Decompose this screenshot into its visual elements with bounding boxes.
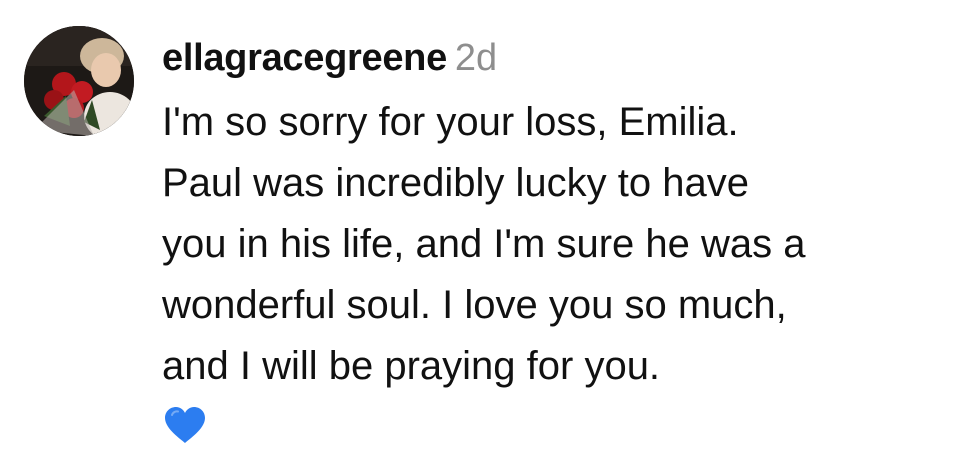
avatar-image <box>24 26 134 136</box>
comment: ellagracegreene 2d I'm so sorry for your … <box>0 0 980 475</box>
comment-body: ellagracegreene 2d I'm so sorry for your … <box>162 32 962 445</box>
comment-text-line: and I will be praying for you. <box>162 344 661 388</box>
blue-heart-icon <box>165 407 205 443</box>
username-link[interactable]: ellagracegreene <box>162 37 447 79</box>
comment-text: I'm so sorry for your loss, Emilia. Paul… <box>162 92 962 445</box>
avatar[interactable] <box>24 26 134 136</box>
comment-meta: ellagracegreene 2d <box>162 32 962 84</box>
comment-text-line: I'm so sorry for your loss, Emilia. <box>162 100 739 144</box>
comment-text-line: wonderful soul. I love you so much, <box>162 283 787 327</box>
comment-text-line: Paul was incredibly lucky to have <box>162 161 749 205</box>
timestamp: 2d <box>454 37 498 79</box>
comment-text-line: you in his life, and I'm sure he was a <box>162 222 806 266</box>
